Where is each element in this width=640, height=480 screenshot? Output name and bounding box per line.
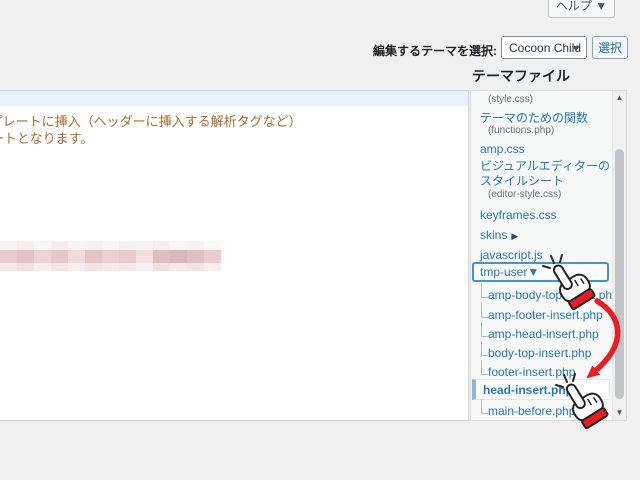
- file-link-amp-body-top-insert[interactable]: amp-body-top-insert.php: [488, 288, 619, 302]
- scroll-down-icon[interactable]: ▼: [613, 408, 626, 418]
- folder-tmp-user[interactable]: tmp-user ▼: [472, 262, 609, 282]
- redacted-text-mosaic: [0, 241, 221, 271]
- file-link-functions[interactable]: テーマのための関数: [480, 109, 588, 126]
- theme-select-apply-label: 選択: [597, 41, 622, 55]
- file-link-head-insert-selected[interactable]: head-insert.php: [472, 379, 610, 400]
- file-note-editor-style-css: (editor-style.css): [488, 189, 562, 200]
- theme-select-apply-button[interactable]: 選択: [592, 36, 628, 59]
- folder-skins[interactable]: skins ▶: [480, 228, 518, 242]
- tree-connector: [481, 322, 488, 337]
- panel-scrollbar[interactable]: ▲ ▼: [612, 91, 626, 420]
- file-link-main-before[interactable]: main-before.php: [488, 404, 575, 418]
- tree-connector: [481, 399, 488, 414]
- file-note-functions-php: (functions.php): [488, 125, 555, 136]
- help-button-label: ヘルプ ▼: [555, 0, 608, 13]
- theme-select-value: Cocoon Child: [509, 40, 582, 55]
- file-note-style-css[interactable]: (style.css): [488, 94, 533, 105]
- file-link-footer-insert[interactable]: footer-insert.php: [488, 365, 575, 379]
- expand-right-icon: ▶: [511, 231, 519, 241]
- file-link-body-top-insert[interactable]: body-top-insert.php: [488, 346, 591, 360]
- theme-files-title: テーマファイル: [472, 68, 570, 84]
- scrollbar-thumb[interactable]: [615, 149, 624, 399]
- file-link-amp-css[interactable]: amp.css: [480, 142, 525, 156]
- editor-top-highlight: [0, 91, 468, 106]
- expand-down-icon: ▼: [527, 265, 540, 279]
- tree-connector: [481, 341, 488, 356]
- tree-connector: [481, 283, 488, 298]
- file-link-javascript[interactable]: javascript.js: [480, 248, 543, 262]
- file-link-amp-head-insert[interactable]: amp-head-insert.php: [488, 327, 599, 341]
- theme-files-panel: (style.css) テーマのための関数 (functions.php) am…: [470, 90, 627, 421]
- chevron-down-icon: [572, 46, 580, 51]
- theme-select-dropdown[interactable]: Cocoon Child: [501, 36, 587, 59]
- editor-comment-line-2: ートとなります。: [0, 131, 94, 146]
- tree-connector: [481, 303, 488, 318]
- file-link-keyframes[interactable]: keyframes.css: [480, 208, 557, 222]
- scroll-up-icon[interactable]: ▲: [613, 93, 626, 103]
- file-link-editor-style[interactable]: ビジュアルエディターのスタイルシート: [480, 159, 613, 189]
- theme-select-label: 編集するテーマを選択:: [373, 44, 497, 58]
- file-link-amp-footer-insert[interactable]: amp-footer-insert.php: [488, 308, 603, 322]
- file-editor-area[interactable]: テンプレートに挿入（ヘッダーに挿入する解析タグなど） ートとなります。: [0, 90, 469, 421]
- help-button[interactable]: ヘルプ ▼: [548, 0, 615, 18]
- tree-connector: [481, 360, 488, 375]
